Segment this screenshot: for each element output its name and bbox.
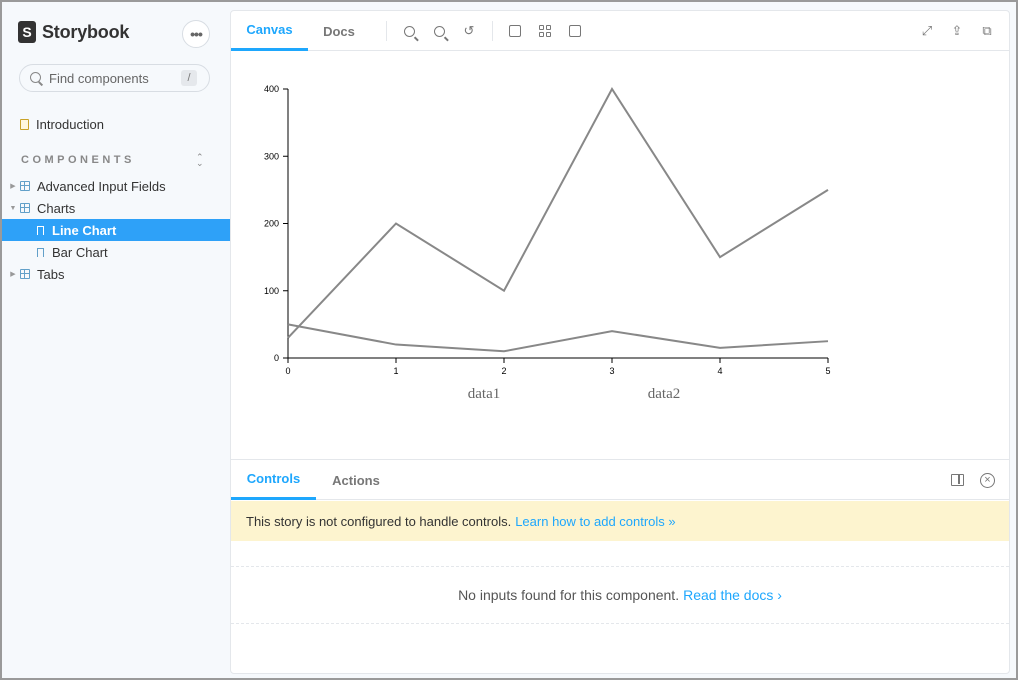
x-tick-label: 2 [501,366,506,376]
caret-right-icon: ▶ [10,183,16,190]
y-tick-label: 200 [264,219,279,229]
sidebar-item-label: Line Chart [52,222,117,238]
preview-toolbar: Canvas Docs ↺ ⤢ ⇪ ⧉ [231,11,1009,51]
component-icon [20,181,30,191]
sidebar-item-label: Charts [37,200,76,216]
read-docs-link[interactable]: Read the docs › [683,587,782,603]
share-icon[interactable]: ⇪ [949,23,965,39]
sidebar-item-label: Introduction [36,116,104,132]
copy-link-icon[interactable]: ⧉ [979,23,995,39]
sidebar: S Storybook ••• / Introduction COMPONENT… [2,2,230,678]
storybook-logo-icon: S [18,21,36,43]
line-chart: 0 100 200 300 400 0 1 2 3 4 5 data1 data2 [264,84,831,402]
sidebar-item-label: Tabs [37,266,65,282]
sidebar-item-tabs[interactable]: ▶ Tabs [2,263,230,285]
story-icon [37,225,44,235]
search-shortcut-key: / [181,70,197,86]
toolbar-divider [492,21,493,41]
component-icon [20,203,30,213]
zoom-out-icon[interactable] [431,23,447,39]
addons-panel: Controls Actions × This story is not con… [231,459,1009,673]
series-line-data2 [287,323,829,353]
caret-down-icon: ▼ [9,204,17,212]
story-icon [37,247,44,257]
series-line-data1 [287,87,829,339]
x-tick-label: 1 [393,366,398,376]
sidebar-item-advanced-input-fields[interactable]: ▶ Advanced Input Fields [2,175,230,197]
x-tick-label: 3 [609,366,614,376]
component-icon [20,269,30,279]
y-tick-label: 100 [264,286,279,296]
learn-controls-link[interactable]: Learn how to add controls » [515,514,675,529]
empty-text: No inputs found for this component. [458,587,680,603]
background-icon[interactable] [507,23,523,39]
preview-panel: Canvas Docs ↺ ⤢ ⇪ ⧉ 0 100 200 300 400 0 1 2 3 4 5 d… [230,10,1010,674]
no-inputs-message: No inputs found for this component. Read… [231,566,1009,624]
toolbar-divider [386,21,387,41]
search-box[interactable]: / [19,64,210,92]
sidebar-item-label: Bar Chart [52,244,108,260]
ellipsis-icon: ••• [190,26,203,42]
close-panel-icon[interactable]: × [980,473,995,488]
tab-controls[interactable]: Controls [231,460,316,500]
legend-item-data1: data1 [468,386,500,402]
notice-text: This story is not configured to handle c… [246,513,512,529]
caret-right-icon: ▶ [10,271,16,278]
sidebar-item-line-chart[interactable]: Line Chart [2,219,230,241]
controls-notice: This story is not configured to handle c… [231,501,1009,541]
tab-canvas[interactable]: Canvas [231,11,308,51]
sidebar-item-bar-chart[interactable]: Bar Chart [2,241,230,263]
fullscreen-icon[interactable]: ⤢ [919,23,935,39]
x-tick-label: 5 [825,366,830,376]
sidebar-menu-button[interactable]: ••• [182,20,210,48]
outline-icon[interactable] [567,23,583,39]
zoom-reset-icon[interactable]: ↺ [461,23,477,39]
y-tick-label: 300 [264,151,279,161]
legend-item-data2: data2 [648,386,680,402]
x-tick-label: 0 [285,366,290,376]
brand-name: Storybook [42,21,130,42]
tab-actions[interactable]: Actions [316,460,396,500]
sidebar-item-charts[interactable]: ▼ Charts [2,197,230,219]
components-section-label: COMPONENTS [21,154,135,166]
sidebar-item-label: Advanced Input Fields [37,178,166,194]
search-icon [30,71,43,85]
y-tick-label: 400 [264,84,279,94]
x-tick-label: 4 [717,366,722,376]
search-input[interactable] [49,70,179,86]
sidebar-item-introduction[interactable]: Introduction [2,113,230,135]
panel-orientation-icon[interactable] [951,474,964,486]
story-canvas: 0 100 200 300 400 0 1 2 3 4 5 data1 data2 [231,52,1009,460]
y-tick-label: 0 [274,353,279,363]
storybook-brand[interactable]: S Storybook [18,21,129,43]
tab-docs[interactable]: Docs [308,11,370,51]
collapse-all-icon[interactable]: ⌃ ⌄ [196,153,204,168]
document-icon [20,118,29,130]
addons-tabbar: Controls Actions × [231,460,1009,500]
zoom-in-icon[interactable] [401,23,417,39]
grid-icon[interactable] [537,23,553,39]
